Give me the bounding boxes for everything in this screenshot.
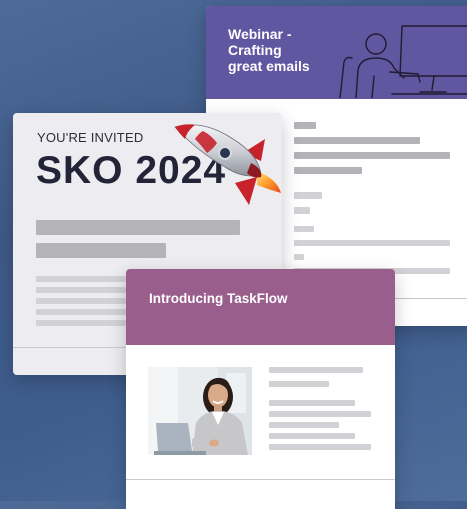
webinar-line-3 [294,152,450,159]
taskflow-card-header: Introducing TaskFlow [126,269,395,345]
sko-line-6 [36,309,126,315]
taskflow-card-divider [126,479,395,480]
webinar-card-title: Webinar - Crafting great emails [228,26,310,74]
webinar-line-6 [294,207,310,214]
webinar-line-7 [294,226,314,232]
webinar-line-9 [294,254,304,260]
taskflow-line-3 [269,400,355,406]
webinar-line-4 [294,167,362,174]
taskflow-line-2 [269,381,329,387]
webinar-line-8 [294,240,450,246]
taskflow-announcement-card[interactable]: Introducing TaskFlow [126,269,395,509]
sko-line-3 [36,276,126,282]
sko-line-7 [36,320,126,326]
taskflow-line-7 [269,444,371,450]
taskflow-line-1 [269,367,363,373]
invited-label: YOU'RE INVITED [37,130,144,145]
rocket-icon [174,124,281,205]
taskflow-line-5 [269,422,339,428]
taskflow-card-title: Introducing TaskFlow [149,291,288,306]
taskflow-line-6 [269,433,355,439]
webinar-line-1 [294,122,316,129]
woman-with-laptop-photo [148,367,252,455]
taskflow-line-4 [269,411,371,417]
webinar-line-2 [294,137,420,144]
webinar-line-5 [294,192,322,199]
sko-line-5 [36,298,126,304]
person-at-computer-icon [339,25,467,98]
webinar-card-header: Webinar - Crafting great emails [206,6,467,99]
sko-line-1 [36,220,240,235]
sko-line-4 [36,287,126,293]
sko-line-2 [36,243,166,258]
